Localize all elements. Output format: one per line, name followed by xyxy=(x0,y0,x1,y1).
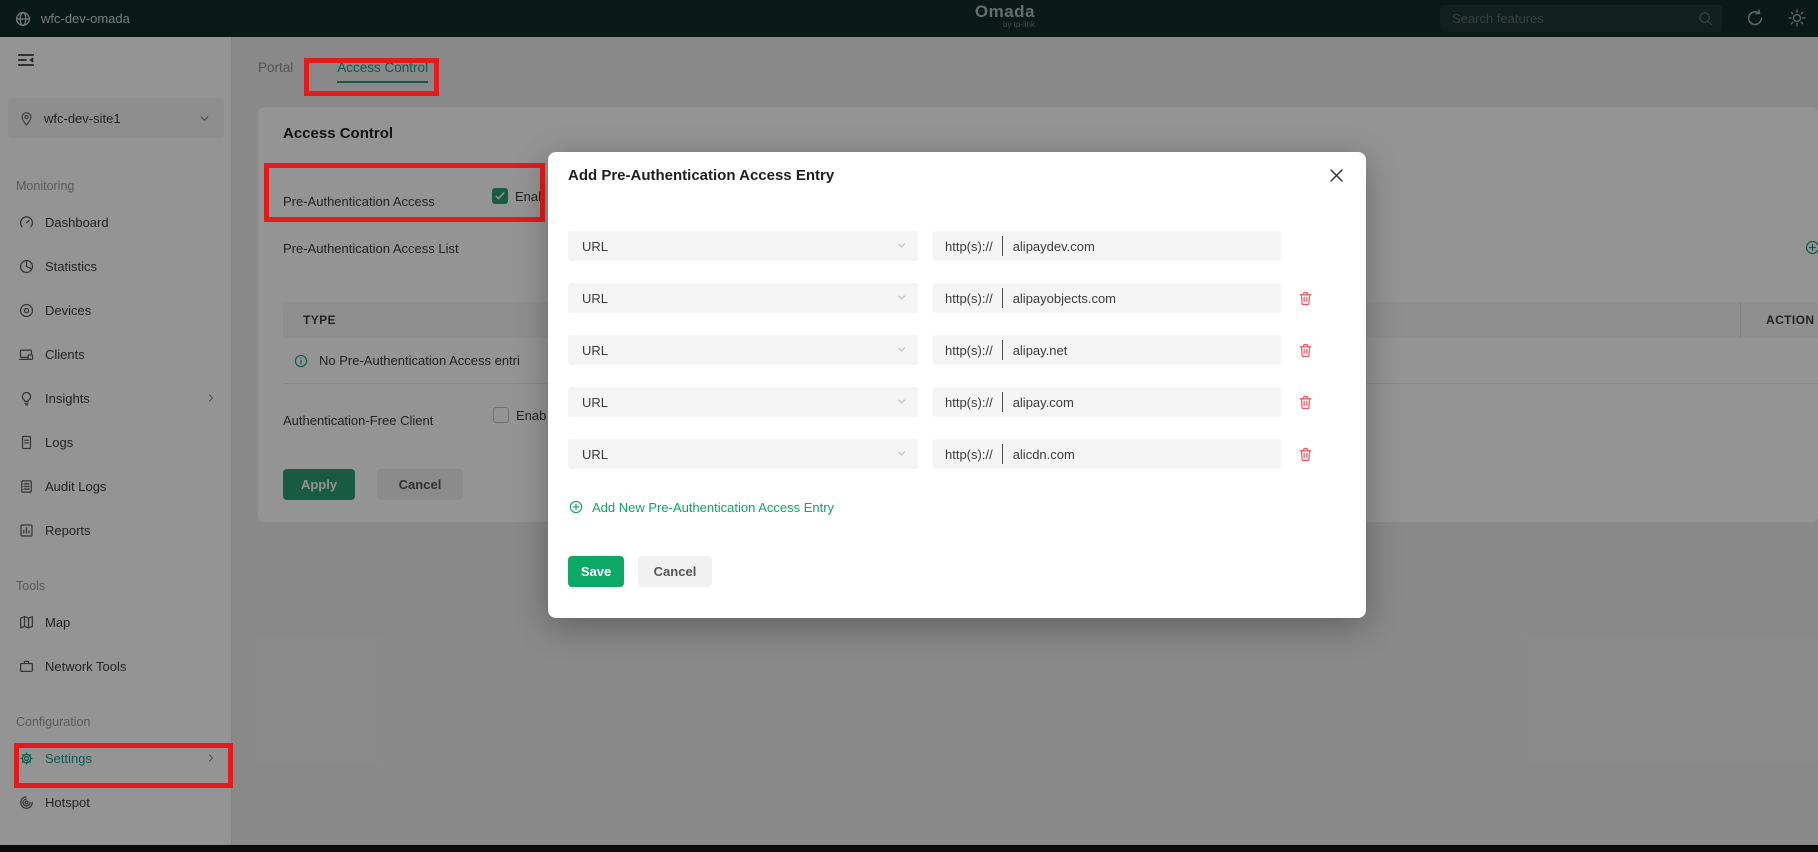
input-divider xyxy=(1001,236,1003,256)
url-prefix: http(s):// xyxy=(945,342,993,358)
trash-icon[interactable] xyxy=(1297,290,1314,307)
entry-row-4: URL http(s):// alipay.com xyxy=(568,387,1314,417)
trash-icon[interactable] xyxy=(1297,394,1314,411)
add-pre-auth-entry-modal: Add Pre-Authentication Access Entry URL h… xyxy=(548,152,1366,618)
entry-type-select[interactable]: URL xyxy=(568,335,918,365)
entry-type-select[interactable]: URL xyxy=(568,439,918,469)
entry-url-input[interactable]: http(s):// alicdn.com xyxy=(933,439,1281,469)
input-divider xyxy=(1001,444,1003,464)
entry-url-input[interactable]: http(s):// alipayobjects.com xyxy=(933,283,1281,313)
input-divider xyxy=(1001,392,1003,412)
url-value: alipaydev.com xyxy=(1012,238,1095,254)
url-value: alipay.net xyxy=(1012,342,1068,358)
url-prefix: http(s):// xyxy=(945,446,993,462)
entry-type-value: URL xyxy=(582,394,609,410)
entry-url-input[interactable]: http(s):// alipay.com xyxy=(933,387,1281,417)
add-new-entry-label: Add New Pre-Authentication Access Entry xyxy=(592,499,835,515)
url-prefix: http(s):// xyxy=(945,238,993,254)
chevron-down-icon xyxy=(895,395,908,408)
url-prefix: http(s):// xyxy=(945,394,993,410)
chevron-down-icon xyxy=(895,239,908,252)
entry-row-5: URL http(s):// alicdn.com xyxy=(568,439,1314,469)
entry-type-value: URL xyxy=(582,342,609,358)
trash-icon[interactable] xyxy=(1297,446,1314,463)
omada-controller-screen: wfc-dev-omada Omada by tp-link wfc-dev xyxy=(0,0,1818,852)
entry-type-select[interactable]: URL xyxy=(568,231,918,261)
entry-type-value: URL xyxy=(582,238,609,254)
add-new-entry-link[interactable]: Add New Pre-Authentication Access Entry xyxy=(568,499,834,515)
input-divider xyxy=(1001,340,1003,360)
entry-row-3: URL http(s):// alipay.net xyxy=(568,335,1314,365)
entry-url-input[interactable]: http(s):// alipay.net xyxy=(933,335,1281,365)
url-value: alicdn.com xyxy=(1012,446,1075,462)
modal-title: Add Pre-Authentication Access Entry xyxy=(568,167,835,184)
entry-type-select[interactable]: URL xyxy=(568,387,918,417)
chevron-down-icon xyxy=(895,291,908,304)
input-divider xyxy=(1001,288,1003,308)
entry-type-value: URL xyxy=(582,446,609,462)
entry-row-1: URL http(s):// alipaydev.com xyxy=(568,231,1314,261)
plus-circle-icon xyxy=(568,499,584,515)
chevron-down-icon xyxy=(895,447,908,460)
trash-icon[interactable] xyxy=(1297,342,1314,359)
entry-type-select[interactable]: URL xyxy=(568,283,918,313)
url-value: alipay.com xyxy=(1012,394,1074,410)
close-icon[interactable] xyxy=(1327,166,1346,185)
modal-entry-rows: URL http(s):// alipaydev.com URL http(s):// a… xyxy=(568,231,1314,491)
entry-type-value: URL xyxy=(582,290,609,306)
modal-cancel-button[interactable]: Cancel xyxy=(638,556,712,587)
entry-row-2: URL http(s):// alipayobjects.com xyxy=(568,283,1314,313)
url-value: alipayobjects.com xyxy=(1012,290,1117,306)
entry-url-input[interactable]: http(s):// alipaydev.com xyxy=(933,231,1281,261)
url-prefix: http(s):// xyxy=(945,290,993,306)
chevron-down-icon xyxy=(895,343,908,356)
save-button[interactable]: Save xyxy=(568,556,624,587)
